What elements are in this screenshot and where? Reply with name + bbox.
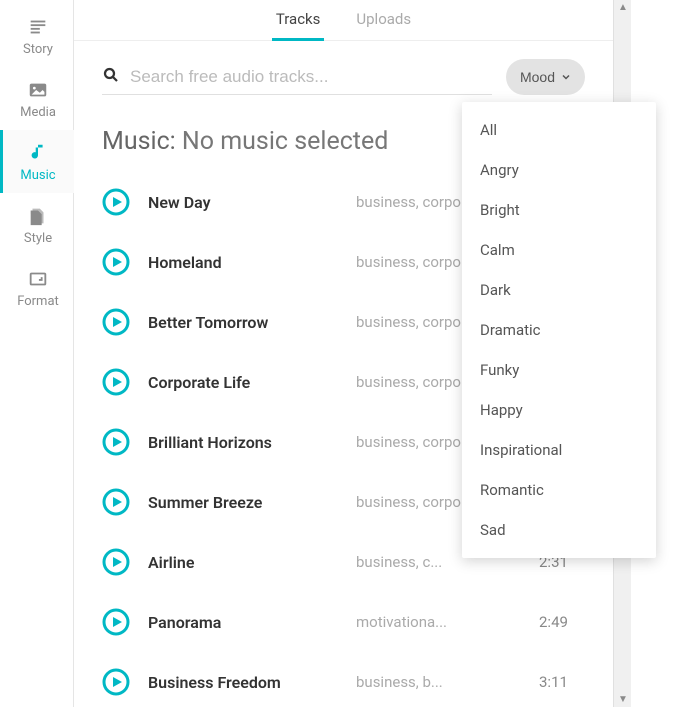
sidebar-item-story[interactable]: Story [0, 4, 74, 67]
track-title: Better Tomorrow [148, 313, 338, 332]
track-title: Panorama [148, 613, 338, 632]
tabs: Tracks Uploads [74, 0, 613, 41]
track-title: Business Freedom [148, 673, 338, 692]
mood-dropdown-button[interactable]: Mood [506, 59, 585, 95]
mood-option[interactable]: Angry [462, 150, 656, 190]
track-duration: 2:49 [539, 613, 585, 631]
sidebar-item-label: Music [20, 168, 55, 183]
track-row[interactable]: Panorama motivationa... 2:49 [102, 592, 585, 652]
play-button[interactable] [102, 368, 130, 396]
format-icon [27, 268, 49, 290]
style-icon [27, 205, 49, 227]
tab-uploads[interactable]: Uploads [352, 10, 415, 41]
sidebar-item-label: Story [23, 42, 53, 57]
main-panel: Tracks Uploads Mood Music: No music sele… [74, 0, 614, 707]
play-button[interactable] [102, 428, 130, 456]
play-button[interactable] [102, 608, 130, 636]
track-title: Corporate Life [148, 373, 338, 392]
sidebar-item-format[interactable]: Format [0, 256, 74, 319]
mood-option[interactable]: Romantic [462, 470, 656, 510]
track-tags: business, b... [356, 673, 521, 691]
sidebar: Story Media Music Style Format [0, 0, 74, 707]
track-title: Brilliant Horizons [148, 433, 338, 452]
play-button[interactable] [102, 548, 130, 576]
heading-rest: No music selected [176, 127, 389, 156]
search-row: Mood [74, 41, 613, 103]
mood-dropdown: AllAngryBrightCalmDarkDramaticFunkyHappy… [462, 102, 656, 558]
mood-option[interactable]: Funky [462, 350, 656, 390]
mood-option[interactable]: Bright [462, 190, 656, 230]
sidebar-item-label: Media [20, 105, 56, 120]
search-input[interactable] [130, 67, 492, 87]
sidebar-item-media[interactable]: Media [0, 67, 74, 130]
mood-option[interactable]: Inspirational [462, 430, 656, 470]
mood-option[interactable]: All [462, 110, 656, 150]
music-icon [27, 142, 49, 164]
track-duration: 3:11 [539, 673, 585, 691]
mood-option[interactable]: Dark [462, 270, 656, 310]
track-title: Homeland [148, 253, 338, 272]
mood-option[interactable]: Dramatic [462, 310, 656, 350]
play-button[interactable] [102, 188, 130, 216]
search-icon [102, 66, 120, 88]
mood-option[interactable]: Calm [462, 230, 656, 270]
track-title: Airline [148, 553, 338, 572]
search-box[interactable] [102, 60, 492, 95]
play-button[interactable] [102, 668, 130, 696]
tab-tracks[interactable]: Tracks [272, 10, 325, 41]
sidebar-item-music[interactable]: Music [0, 130, 74, 193]
play-button[interactable] [102, 248, 130, 276]
track-tags: motivationa... [356, 613, 521, 631]
track-row[interactable]: Business Freedom business, b... 3:11 [102, 652, 585, 707]
play-button[interactable] [102, 488, 130, 516]
sidebar-item-label: Format [17, 294, 59, 309]
heading-prefix: Music: [102, 127, 176, 156]
mood-label: Mood [520, 69, 555, 85]
mood-option[interactable]: Sad [462, 510, 656, 550]
mood-option[interactable]: Happy [462, 390, 656, 430]
sidebar-item-style[interactable]: Style [0, 193, 74, 256]
story-icon [27, 16, 49, 38]
track-title: New Day [148, 193, 338, 212]
media-icon [27, 79, 49, 101]
sidebar-item-label: Style [24, 231, 52, 246]
track-title: Summer Breeze [148, 493, 338, 512]
play-button[interactable] [102, 308, 130, 336]
chevron-down-icon [561, 69, 571, 85]
